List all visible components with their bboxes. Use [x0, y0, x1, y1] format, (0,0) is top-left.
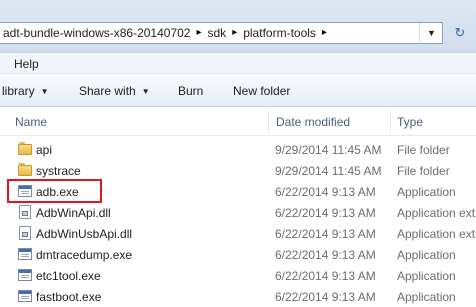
highlight-annotation-box	[7, 179, 102, 203]
file-row-systrace[interactable]: systrace 9/29/2014 11:45 AM File folder	[0, 160, 476, 181]
breadcrumb-chevron-icon[interactable]: ▸	[196, 27, 201, 38]
column-divider[interactable]	[390, 109, 391, 133]
folder-icon	[18, 142, 32, 156]
column-type[interactable]: Type	[397, 115, 423, 129]
address-bar[interactable]: adt-bundle-windows-x86-20140702 ▸ sdk ▸ plat…	[0, 22, 443, 44]
file-date: 6/22/2014 9:13 AM	[275, 206, 376, 220]
file-date: 6/22/2014 9:13 AM	[275, 248, 376, 262]
file-name: AdbWinApi.dll	[36, 206, 111, 220]
menu-help[interactable]: Help	[14, 57, 39, 71]
menu-bar: Help	[0, 52, 476, 74]
breadcrumb: adt-bundle-windows-x86-20140702 ▸ sdk ▸ plat…	[3, 26, 333, 40]
file-type: Application ext	[397, 206, 476, 220]
file-date: 6/22/2014 9:13 AM	[275, 227, 376, 241]
file-type: File folder	[397, 164, 450, 178]
file-type: File folder	[397, 143, 450, 157]
share-with-button[interactable]: Share with ▼	[79, 84, 150, 98]
file-name: AdbWinUsbApi.dll	[36, 227, 133, 241]
file-type: Application ext	[397, 227, 476, 241]
command-bar: library ▼ Share with ▼ Burn New folder	[0, 74, 476, 107]
breadcrumb-platform-tools[interactable]: platform-tools	[243, 26, 316, 40]
exe-icon	[18, 247, 32, 261]
column-name[interactable]: Name	[15, 115, 47, 129]
address-bar-area: adt-bundle-windows-x86-20140702 ▸ sdk ▸ plat…	[0, 0, 476, 52]
file-row-dmtracedump[interactable]: dmtracedump.exe 6/22/2014 9:13 AM Applic…	[0, 244, 476, 265]
file-name: systrace	[36, 164, 81, 178]
file-date: 6/22/2014 9:13 AM	[275, 185, 376, 199]
address-history-dropdown-icon[interactable]: ▼	[419, 23, 443, 43]
breadcrumb-chevron-icon[interactable]: ▸	[322, 27, 327, 38]
include-in-library-button[interactable]: library ▼	[2, 84, 49, 98]
breadcrumb-sdk[interactable]: sdk	[208, 26, 227, 40]
file-date: 6/22/2014 9:13 AM	[275, 269, 376, 283]
file-date: 6/22/2014 9:13 AM	[275, 290, 376, 304]
chevron-down-icon: ▼	[40, 87, 49, 96]
column-divider[interactable]	[268, 109, 269, 133]
file-row-api[interactable]: api 9/29/2014 11:45 AM File folder	[0, 139, 476, 160]
file-name: etc1tool.exe	[36, 269, 101, 283]
library-label: library	[2, 84, 35, 98]
file-row-etc1tool[interactable]: etc1tool.exe 6/22/2014 9:13 AM Applicati…	[0, 265, 476, 286]
file-name: fastboot.exe	[36, 290, 102, 304]
file-date: 9/29/2014 11:45 AM	[275, 143, 382, 157]
file-type: Application	[397, 248, 456, 262]
folder-icon	[18, 163, 32, 177]
share-with-label: Share with	[79, 84, 136, 98]
file-row-adbwinusbapi[interactable]: AdbWinUsbApi.dll 6/22/2014 9:13 AM Appli…	[0, 223, 476, 244]
file-date: 9/29/2014 11:45 AM	[275, 164, 382, 178]
exe-icon	[18, 268, 32, 282]
dll-icon	[18, 226, 32, 240]
file-row-adbwinapi[interactable]: AdbWinApi.dll 6/22/2014 9:13 AM Applicat…	[0, 202, 476, 223]
refresh-icon[interactable]: ↻	[450, 22, 470, 44]
file-name: dmtracedump.exe	[36, 248, 133, 262]
column-date-modified[interactable]: Date modified	[276, 115, 350, 129]
breadcrumb-adt-bundle[interactable]: adt-bundle-windows-x86-20140702	[3, 26, 190, 40]
exe-icon	[18, 289, 32, 303]
file-row-fastboot[interactable]: fastboot.exe 6/22/2014 9:13 AM Applicati…	[0, 286, 476, 307]
file-type: Application	[397, 269, 456, 283]
file-type: Application	[397, 290, 456, 304]
breadcrumb-chevron-icon[interactable]: ▸	[232, 27, 237, 38]
burn-button[interactable]: Burn	[178, 84, 203, 98]
dll-icon	[18, 205, 32, 219]
file-type: Application	[397, 185, 456, 199]
new-folder-button[interactable]: New folder	[233, 84, 290, 98]
chevron-down-icon: ▼	[141, 87, 150, 96]
column-header: Name Date modified Type	[0, 107, 476, 136]
file-name: api	[36, 143, 53, 157]
